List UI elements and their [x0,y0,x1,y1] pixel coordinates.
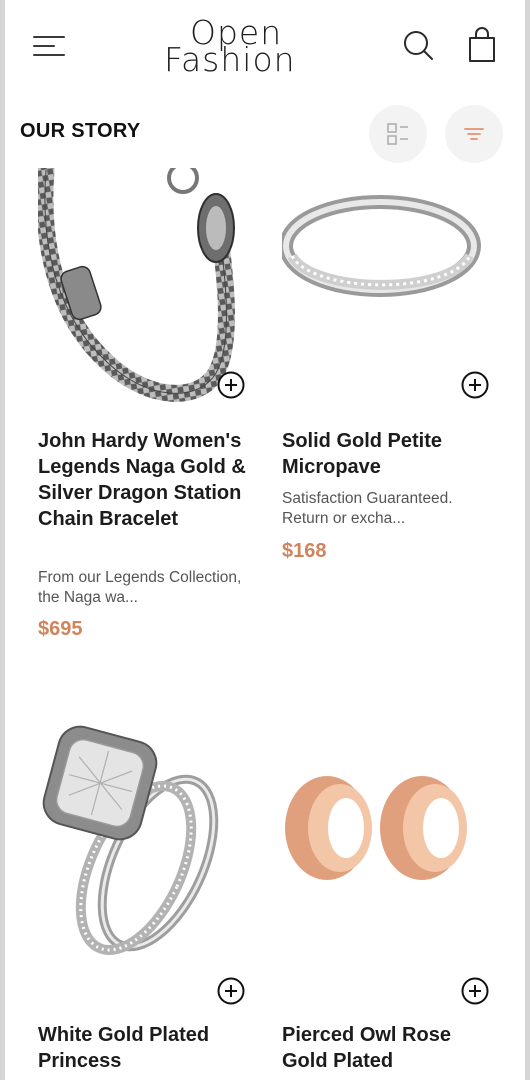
add-to-cart-icon[interactable] [216,370,246,400]
shopping-bag-icon[interactable] [465,26,499,64]
product-price: $168 [282,540,327,562]
list-view-icon[interactable] [369,105,427,163]
product-image [42,725,219,955]
search-icon[interactable] [401,28,437,64]
product-name: White Gold Plated Princess [38,1024,210,1072]
app-screen: Open Fashion OUR STORY John Hardy Women'… [5,0,525,1080]
menu-icon[interactable] [30,30,70,62]
section-title: OUR STORY [20,120,141,142]
product-description: Satisfaction Guaranteed. Return or excha… [282,490,453,527]
product-image [285,776,467,880]
product-price: $695 [38,618,83,640]
logo[interactable]: Open Fashion [160,16,310,80]
add-to-cart-icon[interactable] [460,976,490,1006]
product-name: Pierced Owl Rose Gold Plated [282,1024,451,1072]
product-description: From our Legends Collection, the Naga wa… [38,569,242,606]
logo-line-2: Fashion [164,40,296,79]
filter-icon[interactable] [445,105,503,163]
add-to-cart-icon[interactable] [216,976,246,1006]
add-to-cart-icon[interactable] [460,370,490,400]
top-bar: Open Fashion [5,0,525,95]
product-name: John Hardy Women's Legends Naga Gold & S… [38,430,246,530]
section-header: OUR STORY [5,100,525,164]
product-name: Solid Gold Petite Micropave [282,430,443,478]
